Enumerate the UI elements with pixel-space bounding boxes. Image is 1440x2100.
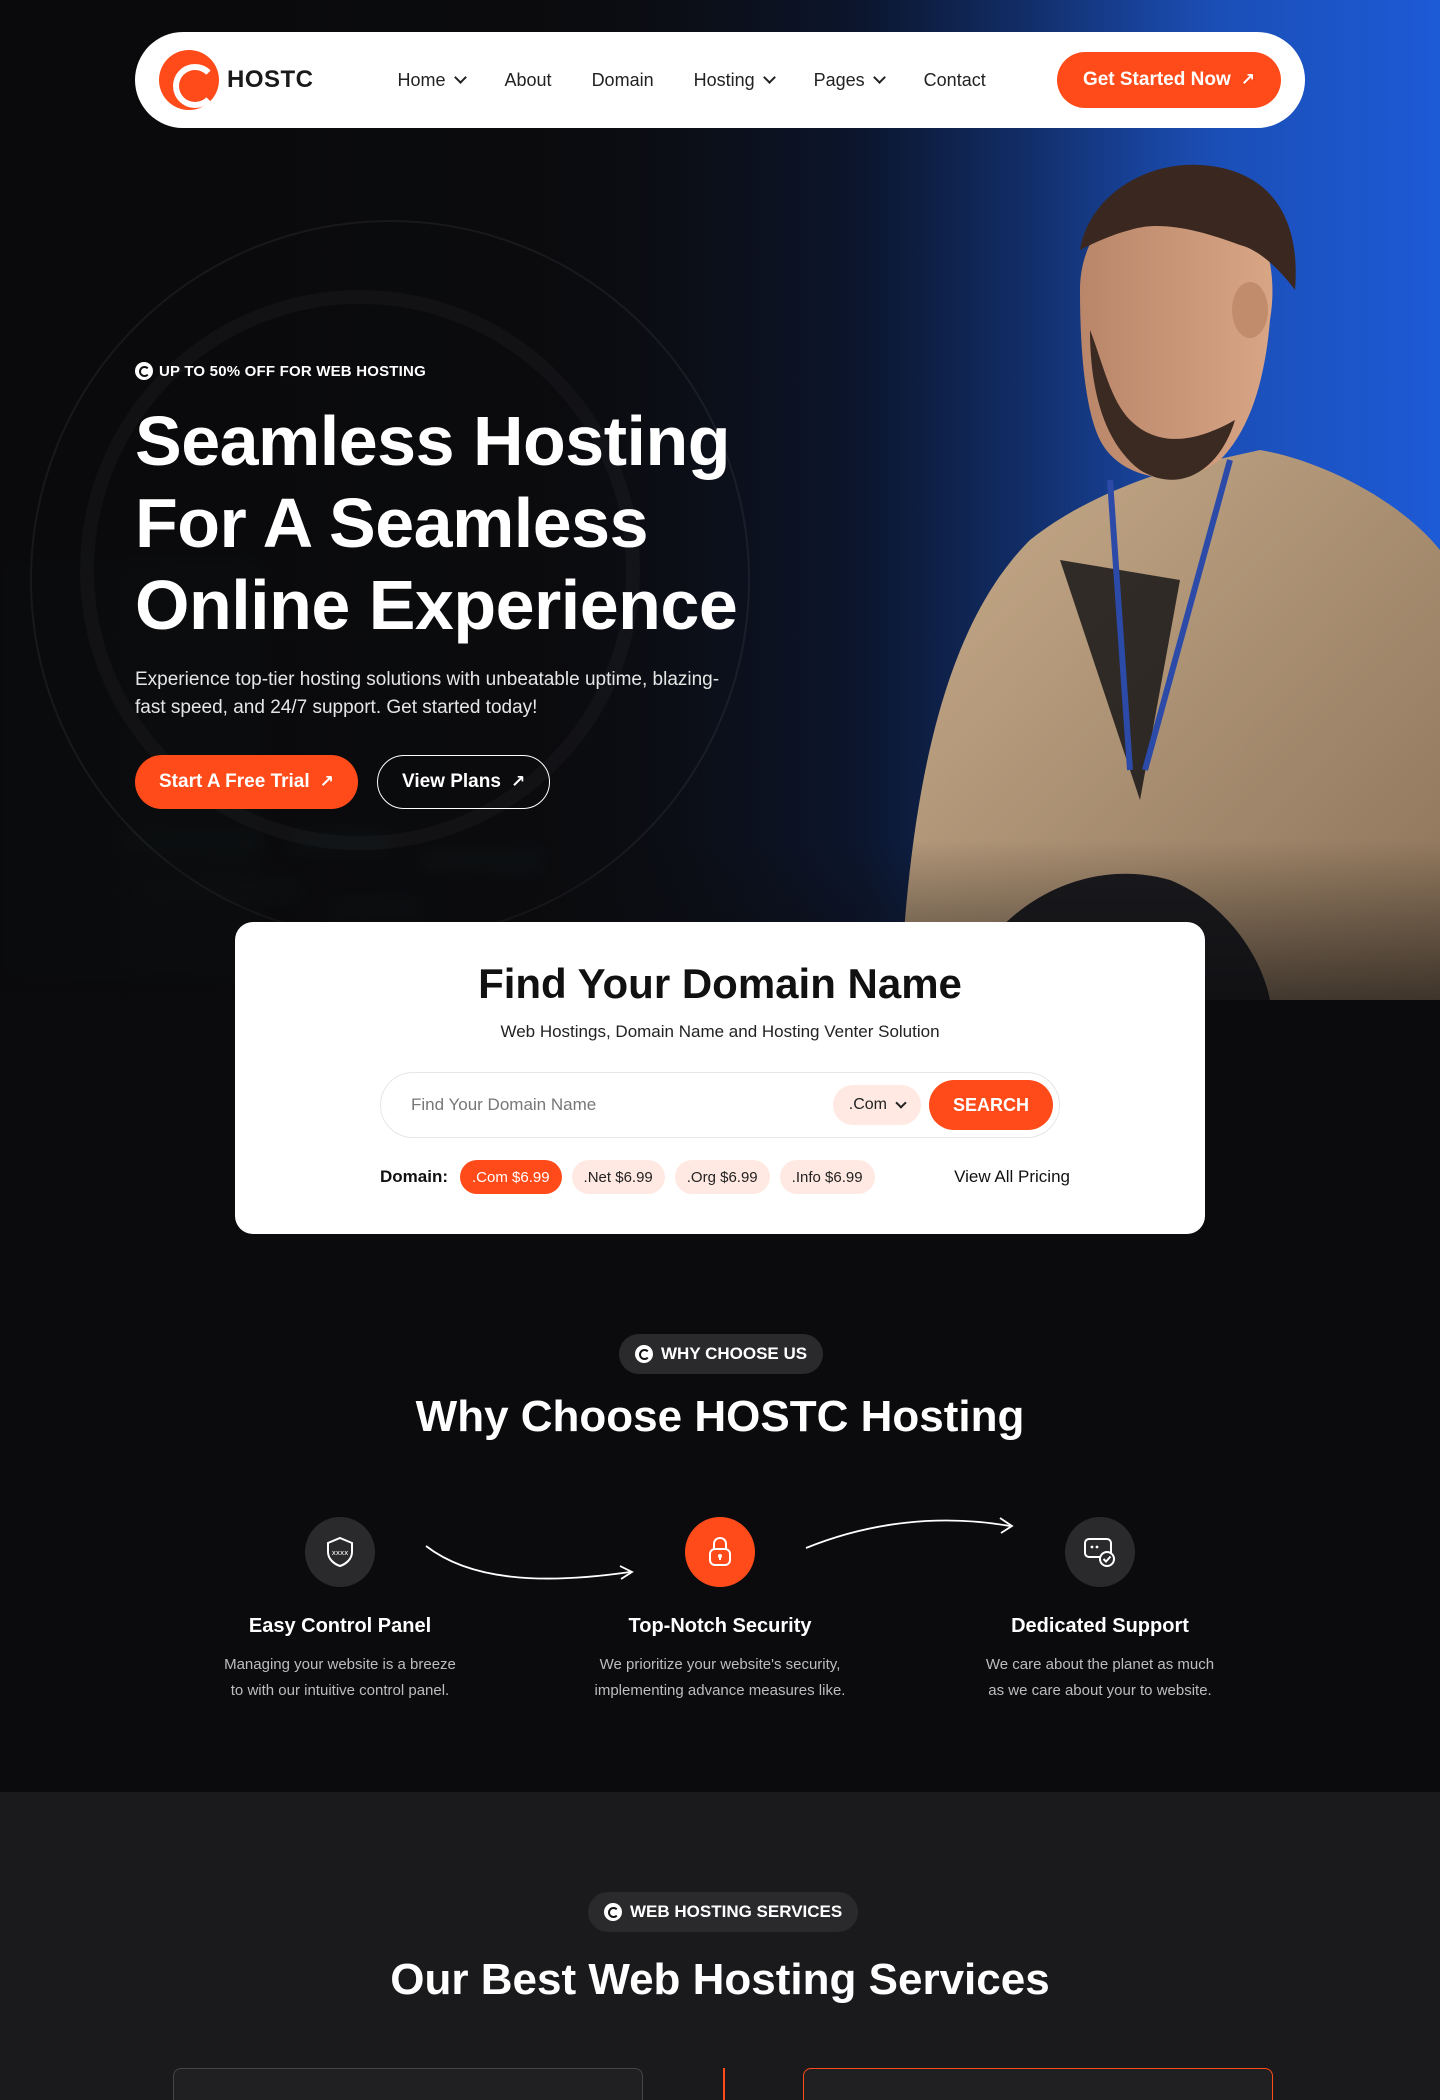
feature-description: We prioritize your website's security, i…	[560, 1652, 880, 1704]
tld-price-org[interactable]: .Org $6.99	[674, 1160, 770, 1194]
badge-text: WHY CHOOSE US	[661, 1344, 808, 1363]
chevron-down-icon	[895, 1096, 907, 1109]
feature-dedicated-support: Dedicated Support We care about the plan…	[940, 1517, 1260, 1704]
arrow-up-right-icon: ↗	[510, 772, 526, 791]
hero-headline: Seamless Hosting For A Seamless Online E…	[135, 400, 775, 646]
hero-headline-line: Seamless Hosting	[135, 402, 731, 480]
hero-subtext: Experience top-tier hosting solutions wi…	[135, 669, 720, 718]
nav-item-label: Home	[397, 69, 446, 90]
button-label: View Plans	[402, 771, 501, 792]
tld-select-value: .Com	[848, 1096, 887, 1113]
nav-item-domain[interactable]: Domain	[592, 70, 654, 91]
feature-title: Dedicated Support	[1011, 1615, 1189, 1637]
domain-search-input[interactable]	[411, 1095, 833, 1115]
services-title: Our Best Web Hosting Services	[390, 1955, 1050, 2004]
nav-item-about[interactable]: About	[505, 70, 552, 91]
why-choose-title: Why Choose HOSTC Hosting	[415, 1392, 1025, 1441]
nav-item-pages[interactable]: Pages	[813, 69, 886, 91]
get-started-label: Get Started Now	[1082, 69, 1231, 90]
feature-title: Top-Notch Security	[628, 1615, 812, 1637]
nav-item-contact[interactable]: Contact	[924, 70, 986, 91]
feature-description: We care about the planet as much as we c…	[940, 1652, 1260, 1704]
chevron-down-icon	[872, 71, 886, 84]
nav-item-label: Contact	[923, 69, 986, 90]
hero-eyebrow-text: UP TO 50% OFF FOR WEB HOSTING	[159, 362, 426, 380]
services-section	[0, 1792, 1440, 2100]
service-card[interactable]	[803, 2068, 1273, 2100]
nav-item-label: Pages	[813, 69, 865, 90]
arrow-up-right-icon: ↗	[319, 772, 334, 791]
nav-item-label: About	[504, 69, 552, 90]
main-menu: Home About Domain Hosting Pages Contact	[398, 70, 986, 91]
chevron-down-icon	[453, 71, 467, 84]
tld-price-net[interactable]: .Net $6.99	[571, 1160, 665, 1194]
services-divider	[723, 2068, 725, 2100]
nav-item-label: Hosting	[693, 69, 755, 90]
domain-search-title: Find Your Domain Name	[478, 960, 962, 1007]
nav-item-home[interactable]: Home	[397, 69, 467, 91]
view-plans-button[interactable]: View Plans ↗	[377, 755, 551, 809]
shield-password-icon: xxxx	[305, 1517, 375, 1587]
brand-name: HOSTC	[227, 66, 314, 93]
chevron-down-icon	[762, 71, 776, 84]
domain-search-card: Find Your Domain Name Web Hostings, Doma…	[235, 922, 1205, 1234]
brand-mini-icon	[135, 362, 153, 380]
search-button[interactable]: SEARCH	[928, 1080, 1053, 1130]
lock-icon	[685, 1517, 755, 1587]
brand-logo-icon	[159, 50, 219, 110]
feature-title: Easy Control Panel	[248, 1615, 432, 1637]
feature-description-line: as we care about your to website.	[988, 1682, 1212, 1699]
feature-description-line: Managing your website is a breeze	[224, 1656, 456, 1673]
support-chat-icon	[1065, 1517, 1135, 1587]
svg-text:xxxx: xxxx	[332, 1549, 349, 1557]
brand-logo[interactable]: HOSTC	[159, 50, 314, 110]
start-free-trial-button[interactable]: Start A Free Trial ↗	[135, 755, 358, 809]
services-badge: WEB HOSTING SERVICES	[588, 1892, 859, 1932]
domain-search-bar: .Com SEARCH	[380, 1072, 1060, 1138]
top-navbar: HOSTC Home About Domain Hosting Pages Co…	[135, 32, 1305, 128]
brand-mini-icon	[635, 1345, 653, 1363]
hero-headline-line: For A Seamless	[135, 484, 649, 562]
domain-pricing-label: Domain:	[380, 1167, 448, 1186]
hero-headline-line: Online Experience	[135, 566, 738, 644]
service-card[interactable]	[173, 2068, 643, 2100]
feature-description: Managing your website is a breeze to wit…	[180, 1652, 500, 1704]
nav-item-label: Domain	[591, 69, 654, 90]
feature-description-line: to with our intuitive control panel.	[230, 1682, 450, 1699]
hero-eyebrow: UP TO 50% OFF FOR WEB HOSTING	[135, 362, 426, 380]
feature-description-line: We prioritize your website's security,	[599, 1656, 841, 1673]
view-all-pricing-link[interactable]: View All Pricing	[954, 1167, 1070, 1187]
domain-search-subtitle: Web Hostings, Domain Name and Hosting Ve…	[500, 1022, 940, 1041]
feature-easy-control-panel: xxxx Easy Control Panel Managing your we…	[180, 1517, 500, 1704]
domain-pricing-row: Domain: .Com $6.99 .Net $6.99 .Org $6.99…	[380, 1160, 1070, 1194]
badge-text: WEB HOSTING SERVICES	[630, 1902, 843, 1921]
feature-top-notch-security: Top-Notch Security We prioritize your we…	[560, 1517, 880, 1704]
feature-description-line: implementing advance measures like.	[594, 1682, 846, 1699]
nav-item-hosting[interactable]: Hosting	[693, 69, 776, 91]
feature-description-line: We care about the planet as much	[985, 1656, 1215, 1673]
tld-price-com[interactable]: .Com $6.99	[460, 1160, 562, 1194]
arrow-up-right-icon: ↗	[1240, 70, 1255, 89]
why-choose-badge: WHY CHOOSE US	[619, 1334, 824, 1374]
get-started-button[interactable]: Get Started Now ↗	[1056, 52, 1281, 108]
button-label: Start A Free Trial	[159, 771, 310, 792]
tld-select[interactable]: .Com	[832, 1085, 921, 1125]
tld-price-info[interactable]: .Info $6.99	[779, 1160, 875, 1194]
brand-mini-icon	[604, 1903, 622, 1921]
